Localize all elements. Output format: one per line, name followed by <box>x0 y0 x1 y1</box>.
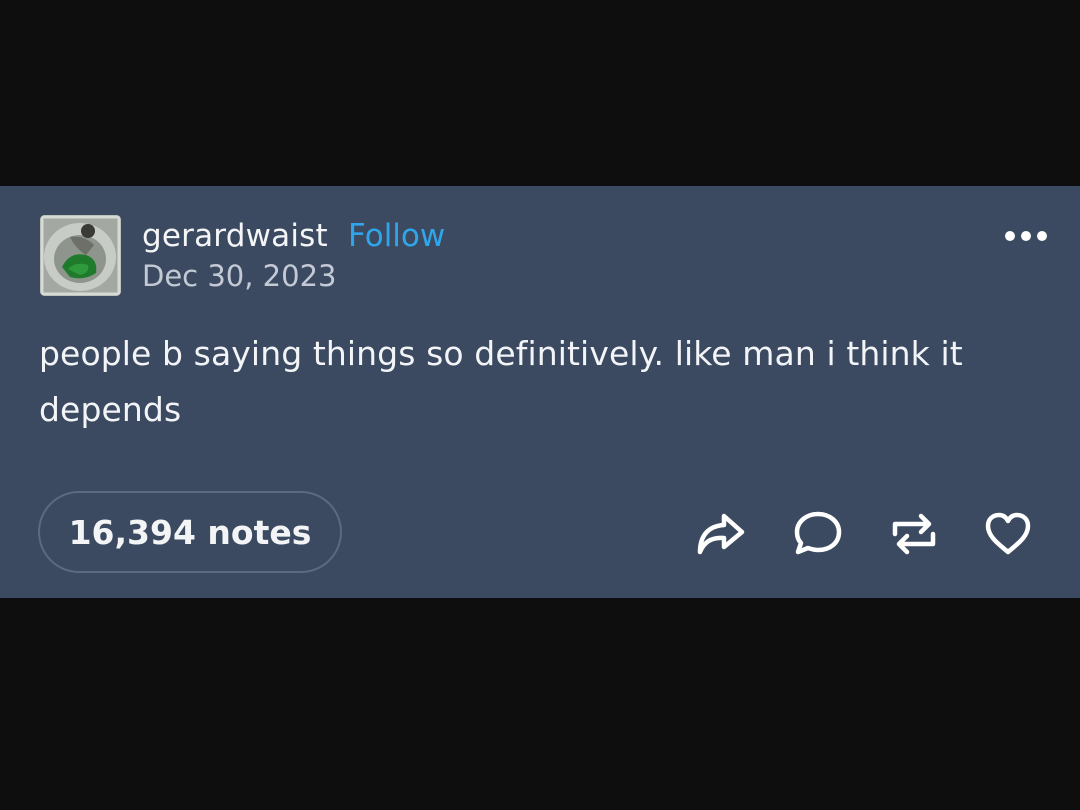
avatar-image <box>40 215 121 296</box>
more-horizontal-icon[interactable] <box>1000 220 1054 252</box>
username[interactable]: gerardwaist <box>142 218 328 254</box>
post-body: people b saying things so definitively. … <box>39 334 963 429</box>
heart-icon[interactable] <box>982 510 1034 558</box>
share-arrow-icon[interactable] <box>694 510 746 558</box>
follow-button[interactable]: Follow <box>348 218 445 254</box>
comment-bubble-icon[interactable] <box>792 510 844 558</box>
reblog-icon[interactable] <box>888 510 940 558</box>
post-date: Dec 30, 2023 <box>142 259 337 293</box>
post-card: gerardwaist Follow Dec 30, 2023 people b… <box>0 186 1080 598</box>
avatar[interactable] <box>40 215 121 296</box>
notes-count-button[interactable]: 16,394 notes <box>38 491 342 573</box>
